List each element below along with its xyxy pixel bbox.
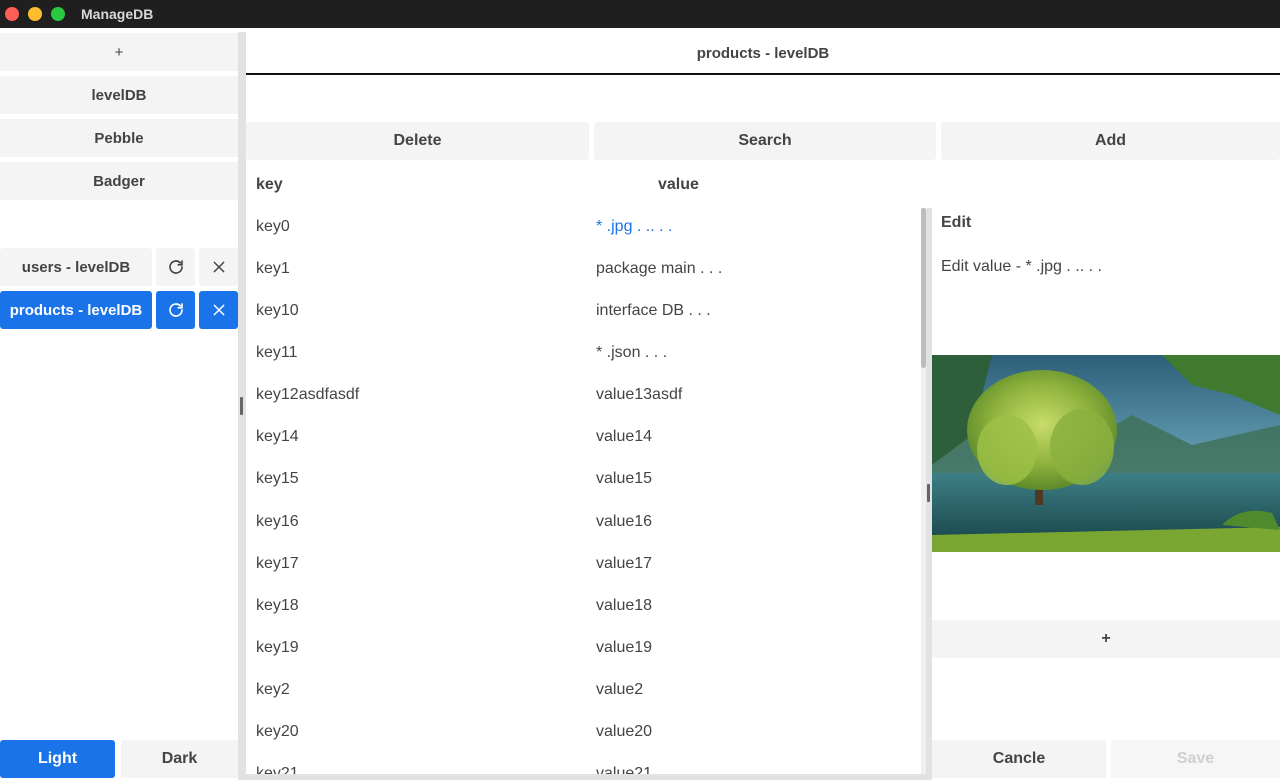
table-row[interactable]: key2 value2 [246,669,926,711]
table-row[interactable]: key15 value15 [246,458,926,500]
row-key: key15 [256,470,299,487]
table-row[interactable]: key18 value18 [246,585,926,627]
column-header-key[interactable]: key [256,172,283,198]
row-key: key18 [256,597,299,614]
row-key: key2 [256,681,290,698]
row-key: key1 [256,260,290,277]
splitter-grip[interactable] [240,397,243,415]
title-divider [246,73,1280,75]
connection-label[interactable]: users - levelDB [0,248,152,286]
row-value: interface DB . . . [596,302,711,319]
table-row[interactable]: key16 value16 [246,501,926,543]
row-key: key10 [256,302,299,319]
row-value: * .json . . . [596,344,668,361]
window-controls [5,7,65,21]
row-key: key12asdfasdf [256,386,360,403]
row-value: * .jpg . .. . . [596,218,673,235]
title-bar: ManageDB [0,0,1280,28]
row-key: key0 [256,218,290,235]
column-header-value[interactable]: value [658,172,699,198]
refresh-icon[interactable] [156,248,195,286]
row-value: value20 [596,723,653,740]
connection-users: users - levelDB [0,248,238,286]
table-row[interactable]: key14 value14 [246,416,926,458]
maximize-window-button[interactable] [51,7,65,21]
db-type-badger-button[interactable]: Badger [0,162,238,200]
splitter-grip[interactable] [927,484,930,502]
table-row[interactable]: key20 value20 [246,711,926,753]
value-image-preview [932,355,1280,552]
connection-products: products - levelDB [0,291,238,329]
row-value: value14 [596,428,653,445]
dark-theme-button[interactable]: Dark [121,740,238,778]
save-button[interactable]: Save [1111,740,1280,778]
row-key: key16 [256,513,299,530]
horizontal-scrollbar[interactable] [246,774,926,780]
row-key: key14 [256,428,299,445]
delete-button[interactable]: Delete [246,122,589,160]
light-theme-button[interactable]: Light [0,740,115,778]
app-title: ManageDB [81,6,154,22]
close-window-button[interactable] [5,7,19,21]
row-value: value13asdf [596,386,683,403]
table-row[interactable]: key10 interface DB . . . [246,290,926,332]
row-value: value16 [596,513,653,530]
page-title: products - levelDB [696,44,830,62]
key-value-table: key0 * .jpg . .. . . key1 package main .… [246,205,926,780]
row-value: value2 [596,681,644,698]
table-row[interactable]: key11 * .json . . . [246,332,926,374]
row-key: key11 [256,344,298,361]
refresh-icon[interactable] [156,291,195,329]
row-key: key17 [256,555,299,572]
row-key: key19 [256,639,299,656]
table-row[interactable]: key1 package main . . . [246,248,926,290]
row-value: value15 [596,470,653,487]
row-value: value18 [596,597,653,614]
row-value: value17 [596,555,653,572]
table-row[interactable]: key19 value19 [246,627,926,669]
table-row[interactable]: key0 * .jpg . .. . . [246,206,926,248]
close-icon[interactable] [199,248,238,286]
db-type-pebble-button[interactable]: Pebble [0,119,238,157]
add-file-button[interactable]: + [932,620,1280,658]
edit-panel-title: Edit [941,214,972,231]
add-button[interactable]: Add [941,122,1280,160]
close-icon[interactable] [199,291,238,329]
sidebar-splitter[interactable] [238,32,246,780]
table-row[interactable]: key17 value17 [246,543,926,585]
sidebar: + levelDB Pebble Badger users - levelDB … [0,28,238,780]
db-type-leveldb-button[interactable]: levelDB [0,76,238,114]
row-value: package main . . . [596,260,723,277]
cancel-button[interactable]: Cancle [932,740,1106,778]
minimize-window-button[interactable] [28,7,42,21]
connection-label[interactable]: products - levelDB [0,291,152,329]
row-value: value19 [596,639,653,656]
table-row[interactable]: key12asdfasdf value13asdf [246,374,926,416]
search-button[interactable]: Search [594,122,936,160]
add-connection-button[interactable]: + [0,33,238,71]
edit-value-label: Edit value - * .jpg . .. . . [941,258,1102,275]
row-key: key20 [256,723,299,740]
